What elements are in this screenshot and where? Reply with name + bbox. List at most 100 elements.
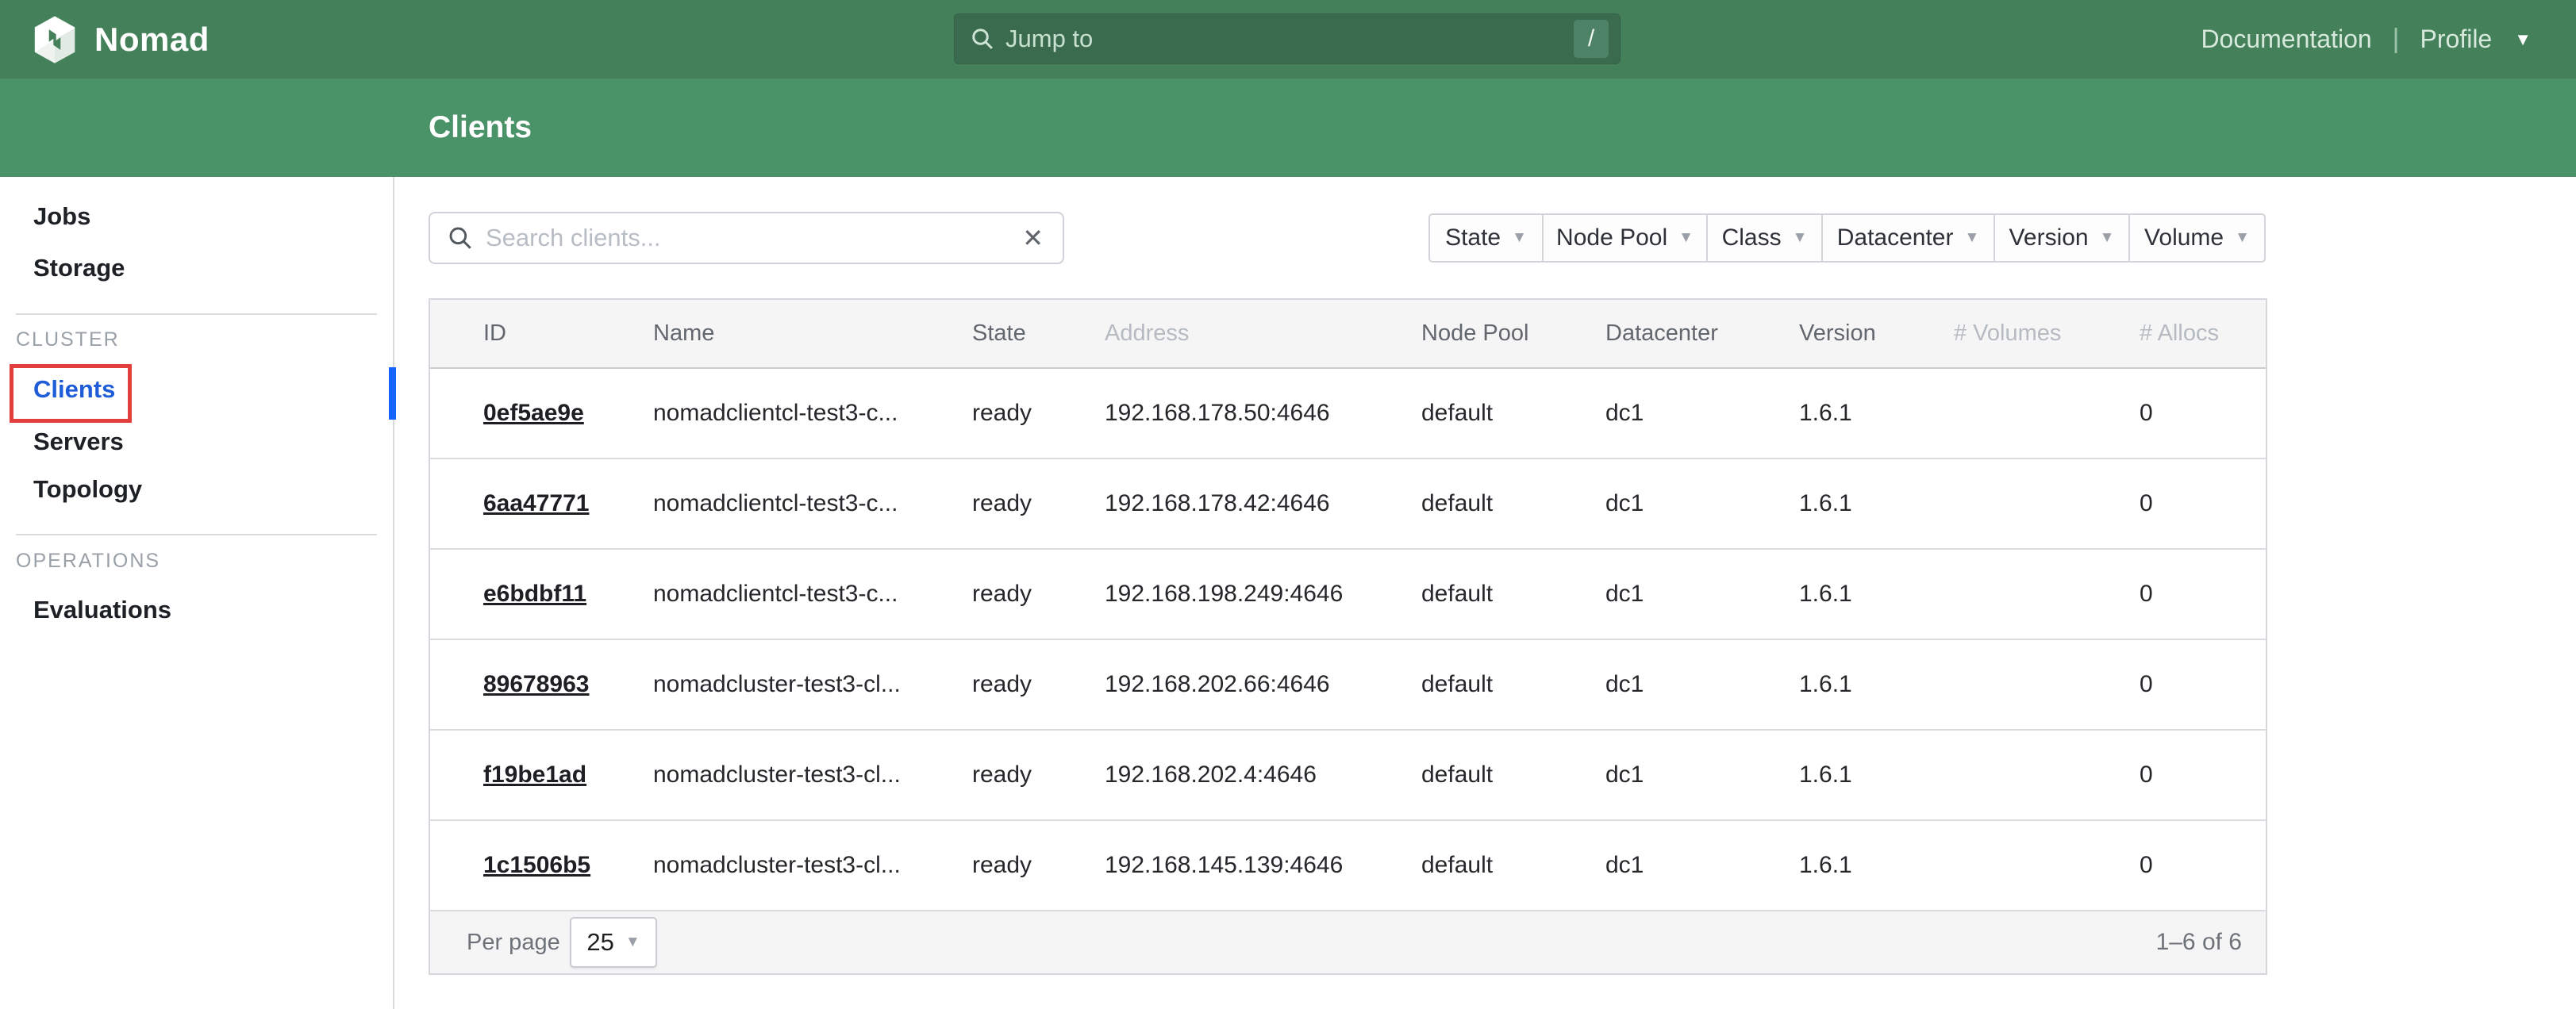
client-id-link[interactable]: 1c1506b5: [483, 852, 653, 879]
column-header-state[interactable]: State: [972, 320, 1105, 347]
client-datacenter: dc1: [1605, 762, 1799, 788]
clear-search-icon[interactable]: ✕: [1022, 225, 1044, 251]
client-version: 1.6.1: [1799, 671, 1954, 698]
jump-to-input[interactable]: [994, 14, 1574, 63]
client-version: 1.6.1: [1799, 762, 1954, 788]
client-address: 192.168.178.50:4646: [1105, 400, 1421, 427]
client-version: 1.6.1: [1799, 581, 1954, 608]
topbar-right-links: Documentation | Profile ▼: [2201, 0, 2532, 79]
table-row[interactable]: 1c1506b5 nomadcluster-test3-cl... ready …: [430, 821, 2266, 911]
filter-node-pool[interactable]: Node Pool▼: [1544, 213, 1708, 263]
per-page-value: 25: [586, 928, 613, 957]
client-id-link[interactable]: f19be1ad: [483, 762, 653, 788]
client-state: ready: [972, 400, 1105, 427]
keyboard-shortcut-badge: /: [1574, 20, 1609, 58]
nomad-logo-icon: [33, 15, 77, 64]
column-header-id[interactable]: ID: [483, 320, 653, 347]
client-state: ready: [972, 671, 1105, 698]
client-node-pool: default: [1421, 762, 1605, 788]
table-row[interactable]: 6aa47771 nomadclientcl-test3-c... ready …: [430, 459, 2266, 550]
sidebar-item-storage[interactable]: Storage: [33, 254, 125, 282]
client-id-link[interactable]: e6bdbf11: [483, 581, 653, 608]
column-header-version[interactable]: Version: [1799, 320, 1954, 347]
top-nav-bar: Nomad / Documentation | Profile ▼: [0, 0, 2576, 79]
nomad-clients-page: Nomad / Documentation | Profile ▼ Client…: [0, 0, 2576, 1009]
client-allocs: 0: [2140, 581, 2266, 608]
filter-bar: State▼ Node Pool▼ Class▼ Datacenter▼ Ver…: [1428, 213, 2266, 263]
client-allocs: 0: [2140, 671, 2266, 698]
client-version: 1.6.1: [1799, 852, 1954, 879]
table-row[interactable]: 89678963 nomadcluster-test3-cl... ready …: [430, 640, 2266, 731]
client-node-pool: default: [1421, 852, 1605, 879]
client-allocs: 0: [2140, 400, 2266, 427]
column-header-node-pool[interactable]: Node Pool: [1421, 320, 1605, 347]
client-datacenter: dc1: [1605, 400, 1799, 427]
clients-table: ID Name State Address Node Pool Datacent…: [429, 298, 2267, 975]
table-row[interactable]: 0ef5ae9e nomadclientcl-test3-c... ready …: [430, 369, 2266, 459]
search-clients-input[interactable]: [473, 213, 1022, 263]
sidebar-item-topology[interactable]: Topology: [33, 475, 142, 504]
client-name: nomadclientcl-test3-c...: [653, 581, 972, 608]
pagination-range: 1–6 of 6: [2156, 929, 2242, 956]
chevron-down-icon[interactable]: ▼: [2514, 29, 2532, 50]
sidebar-item-clients[interactable]: Clients: [33, 375, 115, 404]
chevron-down-icon: ▼: [625, 934, 640, 951]
chevron-down-icon: ▼: [1964, 229, 1979, 247]
per-page-select[interactable]: 25 ▼: [570, 917, 657, 968]
client-address: 192.168.178.42:4646: [1105, 490, 1421, 517]
page-title: Clients: [429, 79, 532, 177]
column-header-name[interactable]: Name: [653, 320, 972, 347]
client-node-pool: default: [1421, 490, 1605, 517]
client-id-link[interactable]: 89678963: [483, 671, 653, 698]
client-state: ready: [972, 852, 1105, 879]
sidebar: Jobs Storage CLUSTER Clients Servers Top…: [0, 177, 394, 1009]
table-row[interactable]: e6bdbf11 nomadclientcl-test3-c... ready …: [430, 550, 2266, 640]
column-header-volumes: # Volumes: [1954, 320, 2140, 347]
sidebar-item-servers[interactable]: Servers: [33, 428, 124, 456]
client-node-pool: default: [1421, 400, 1605, 427]
search-icon: [971, 27, 994, 51]
client-datacenter: dc1: [1605, 581, 1799, 608]
table-row[interactable]: f19be1ad nomadcluster-test3-cl... ready …: [430, 731, 2266, 821]
table-header-row: ID Name State Address Node Pool Datacent…: [430, 300, 2266, 369]
chevron-down-icon: ▼: [1512, 229, 1527, 247]
filter-datacenter[interactable]: Datacenter▼: [1823, 213, 1995, 263]
column-header-address: Address: [1105, 320, 1421, 347]
filter-version[interactable]: Version▼: [1995, 213, 2130, 263]
topbar-separator: |: [2393, 24, 2400, 55]
client-node-pool: default: [1421, 671, 1605, 698]
page-header: Clients: [0, 79, 2576, 177]
client-name: nomadcluster-test3-cl...: [653, 671, 972, 698]
nomad-brand-link[interactable]: Nomad: [33, 0, 210, 79]
client-address: 192.168.198.249:4646: [1105, 581, 1421, 608]
client-name: nomadclientcl-test3-c...: [653, 400, 972, 427]
column-header-datacenter[interactable]: Datacenter: [1605, 320, 1799, 347]
client-state: ready: [972, 581, 1105, 608]
filter-class[interactable]: Class▼: [1708, 213, 1823, 263]
client-name: nomadclientcl-test3-c...: [653, 490, 972, 517]
client-id-link[interactable]: 0ef5ae9e: [483, 400, 653, 427]
sidebar-divider: [16, 313, 377, 315]
client-id-link[interactable]: 6aa47771: [483, 490, 653, 517]
filter-state[interactable]: State▼: [1428, 213, 1544, 263]
client-allocs: 0: [2140, 490, 2266, 517]
profile-menu[interactable]: Profile: [2420, 25, 2493, 54]
sidebar-divider: [16, 534, 377, 535]
sidebar-item-evaluations[interactable]: Evaluations: [33, 596, 171, 624]
client-name: nomadcluster-test3-cl...: [653, 762, 972, 788]
chevron-down-icon: ▼: [1793, 229, 1808, 247]
client-datacenter: dc1: [1605, 490, 1799, 517]
client-name: nomadcluster-test3-cl...: [653, 852, 972, 879]
client-state: ready: [972, 762, 1105, 788]
jump-to-search[interactable]: /: [954, 13, 1621, 64]
clients-search-box: ✕: [429, 212, 1064, 264]
column-header-allocs: # Allocs: [2140, 320, 2266, 347]
sidebar-item-jobs[interactable]: Jobs: [33, 202, 90, 231]
search-icon: [448, 225, 473, 251]
client-address: 192.168.202.66:4646: [1105, 671, 1421, 698]
sidebar-section-cluster: CLUSTER: [16, 328, 120, 351]
documentation-link[interactable]: Documentation: [2201, 25, 2371, 54]
per-page-label: Per page: [467, 930, 560, 956]
client-allocs: 0: [2140, 762, 2266, 788]
filter-volume[interactable]: Volume▼: [2130, 213, 2266, 263]
